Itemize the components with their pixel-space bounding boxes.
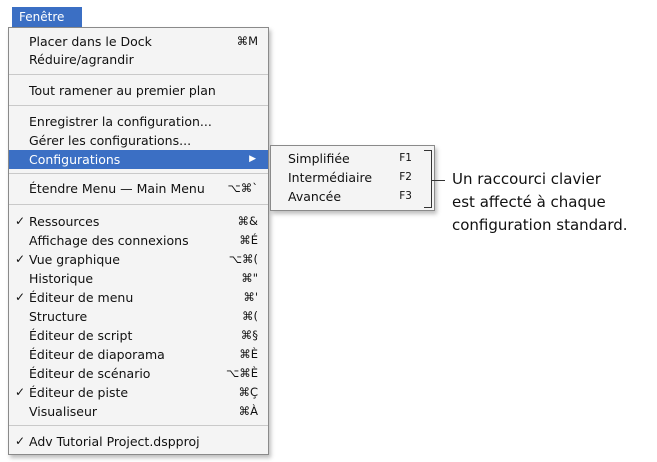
menu-item-label: Éditeur de menu: [29, 290, 134, 305]
menu-item-label: Adv Tutorial Project.dspproj: [29, 434, 200, 449]
menu-item-affichage-connexions[interactable]: Affichage des connexions ⌘É: [9, 231, 268, 250]
menu-item-label: Vue graphique: [29, 252, 120, 267]
menu-separator: [9, 105, 268, 106]
menu-item-label: Enregistrer la configuration...: [29, 114, 212, 129]
menu-item-enregistrer-configuration[interactable]: Enregistrer la configuration...: [9, 112, 268, 131]
menu-item-label: Ressources: [29, 214, 100, 229]
menu-item-shortcut: ⌥⌘(: [228, 252, 258, 266]
menu-item-label: Éditeur de diaporama: [29, 347, 165, 362]
menu-item-shortcut: ⌘È: [239, 347, 258, 361]
menu-item-label: Éditeur de script: [29, 328, 133, 343]
menu-separator: [9, 74, 268, 75]
submenu-item-intermediaire[interactable]: Intermédiaire F2: [271, 168, 434, 187]
menu-item-shortcut: ⌘§: [240, 328, 258, 342]
menu-item-project-file[interactable]: ✓ Adv Tutorial Project.dspproj: [9, 432, 268, 451]
menu-item-tout-ramener[interactable]: Tout ramener au premier plan: [9, 81, 268, 100]
menu-item-shortcut: ⌘': [243, 290, 258, 304]
window-menu: Placer dans le Dock ⌘M Réduire/agrandir …: [8, 27, 269, 455]
menu-item-gerer-configurations[interactable]: Gérer les configurations...: [9, 131, 268, 150]
menu-title-fenetre[interactable]: Fenêtre: [12, 7, 82, 27]
menu-item-label: Historique: [29, 271, 94, 286]
menu-item-editeur-de-piste[interactable]: ✓ Éditeur de piste ⌘Ç: [9, 383, 268, 402]
menu-item-editeur-de-script[interactable]: Éditeur de script ⌘§: [9, 326, 268, 345]
menu-item-ressources[interactable]: ✓ Ressources ⌘&: [9, 212, 268, 231]
menu-separator: [9, 425, 268, 426]
menu-item-structure[interactable]: Structure ⌘(: [9, 307, 268, 326]
callout-leader-line: [432, 180, 445, 181]
menu-item-label: Structure: [29, 309, 88, 324]
menu-item-label: Éditeur de scénario: [29, 366, 151, 381]
check-icon: ✓: [15, 252, 26, 266]
submenu-item-shortcut: F1: [399, 152, 412, 164]
submenu-arrow-icon: ▶: [249, 154, 256, 164]
menu-item-visualiseur[interactable]: Visualiseur ⌘À: [9, 402, 268, 421]
menu-separator: [9, 204, 268, 205]
menu-item-shortcut: ⌥⌘`: [227, 181, 258, 195]
menu-item-shortcut: ⌘É: [239, 233, 258, 247]
callout-line: configuration standard.: [452, 216, 628, 234]
menu-item-label: Tout ramener au premier plan: [29, 83, 216, 98]
callout-bracket: [424, 150, 432, 208]
menu-item-editeur-de-diaporama[interactable]: Éditeur de diaporama ⌘È: [9, 345, 268, 364]
menu-item-label: Configurations: [29, 152, 121, 167]
callout-text: Un raccourci clavier est affecté à chaqu…: [452, 168, 657, 237]
menu-item-shortcut: ⌥⌘È: [225, 366, 258, 380]
menu-item-configurations[interactable]: Configurations ▶: [9, 150, 268, 169]
menu-item-label: Placer dans le Dock: [29, 34, 152, 49]
menu-item-shortcut: ⌘Ç: [238, 385, 258, 399]
submenu-item-label: Simplifiée: [288, 151, 350, 166]
menu-separator: [9, 173, 268, 174]
callout-line: Un raccourci clavier: [452, 170, 601, 188]
submenu-item-label: Avancée: [288, 189, 342, 204]
menu-item-label: Réduire/agrandir: [29, 52, 134, 67]
submenu-item-avancee[interactable]: Avancée F3: [271, 187, 434, 206]
menu-item-editeur-de-scenario[interactable]: Éditeur de scénario ⌥⌘È: [9, 364, 268, 383]
menu-item-reduire-agrandir[interactable]: Réduire/agrandir: [9, 50, 268, 69]
menu-item-etendre-menu[interactable]: Étendre Menu — Main Menu ⌥⌘`: [9, 179, 268, 198]
menu-item-placer-dans-le-dock[interactable]: Placer dans le Dock ⌘M: [9, 32, 268, 51]
menu-item-label: Gérer les configurations...: [29, 133, 192, 148]
check-icon: ✓: [15, 434, 26, 448]
menu-item-vue-graphique[interactable]: ✓ Vue graphique ⌥⌘(: [9, 250, 268, 269]
menu-item-label: Éditeur de piste: [29, 385, 129, 400]
menu-item-shortcut: ⌘": [241, 271, 258, 285]
check-icon: ✓: [15, 385, 26, 399]
menu-item-editeur-de-menu[interactable]: ✓ Éditeur de menu ⌘': [9, 288, 268, 307]
menu-item-historique[interactable]: Historique ⌘": [9, 269, 268, 288]
submenu-item-shortcut: F3: [399, 190, 412, 202]
submenu-item-label: Intermédiaire: [288, 170, 373, 185]
menu-item-shortcut: ⌘(: [242, 309, 258, 323]
menu-item-shortcut: ⌘À: [238, 404, 258, 418]
check-icon: ✓: [15, 290, 26, 304]
menu-item-label: Visualiseur: [29, 404, 98, 419]
check-icon: ✓: [15, 214, 26, 228]
submenu-item-simplifiee[interactable]: Simplifiée F1: [271, 149, 434, 168]
menu-item-shortcut: ⌘&: [237, 214, 258, 228]
menu-item-label: Étendre Menu — Main Menu: [29, 181, 205, 196]
menu-item-label: Affichage des connexions: [29, 233, 189, 248]
submenu-item-shortcut: F2: [399, 171, 412, 183]
configurations-submenu: Simplifiée F1 Intermédiaire F2 Avancée F…: [270, 145, 435, 211]
menu-item-shortcut: ⌘M: [236, 34, 258, 48]
callout-line: est affecté à chaque: [452, 193, 606, 211]
